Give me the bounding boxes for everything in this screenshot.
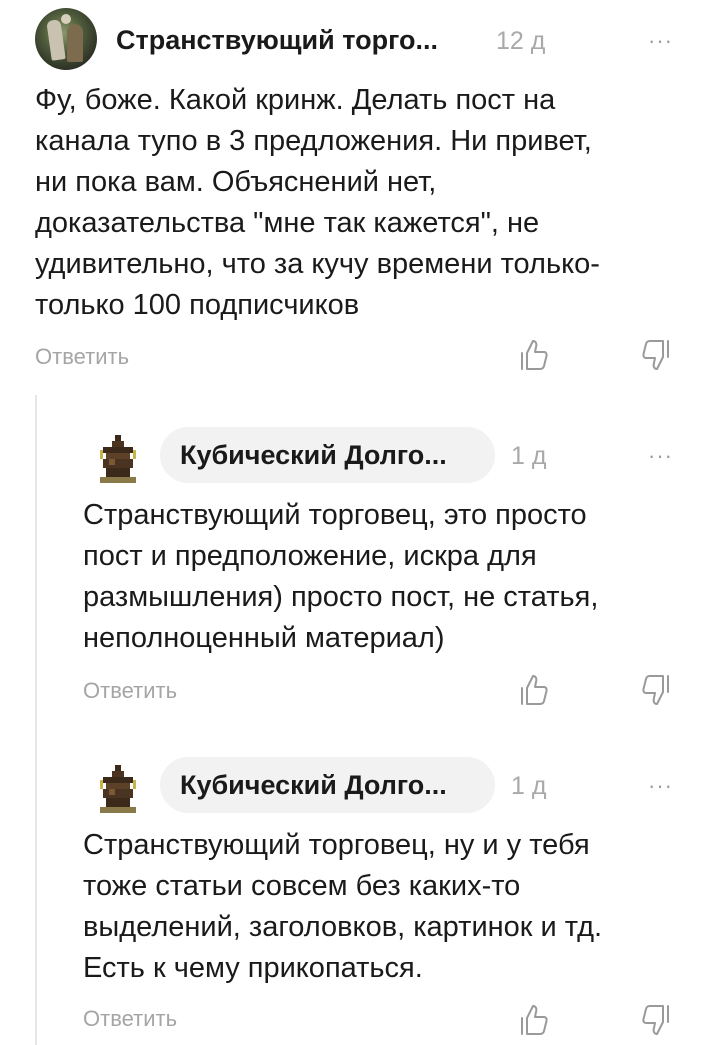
comment-line: неполноценный материал) [83, 622, 445, 654]
thumbs-down-icon[interactable] [640, 338, 672, 372]
comment-line: ни пока вам. Объяснений нет, [35, 166, 437, 198]
comment-line: Фу, боже. Какой кринж. Делать пост на [35, 84, 556, 116]
author-name[interactable]: Кубический Долго... [180, 770, 447, 801]
thread-line [35, 395, 37, 1045]
comment-time: 12 д [496, 27, 546, 55]
comment-line: Есть к чему прикопаться. [83, 952, 423, 984]
avatar[interactable] [100, 435, 136, 483]
comment-line: Странствующий торговец, это просто [83, 499, 587, 531]
thumbs-up-icon[interactable] [518, 338, 550, 372]
reply-button[interactable]: Ответить [35, 344, 129, 370]
avatar[interactable] [35, 8, 97, 70]
more-dots-icon[interactable]: ··· [648, 773, 673, 799]
comment-line: тоже статьи совсем без каких-то [83, 870, 521, 902]
comment-line: размышления) просто пост, не статья, [83, 581, 599, 613]
more-dots-icon[interactable]: ··· [648, 443, 673, 469]
comment-text: Странствующий торговец, ну и у тебя тоже… [83, 825, 602, 989]
comment-line: пост и предположение, искра для [83, 540, 537, 572]
thumbs-up-icon[interactable] [518, 1003, 550, 1037]
thumbs-down-icon[interactable] [640, 673, 672, 707]
thumbs-up-icon[interactable] [518, 673, 550, 707]
comment-line: доказательства "мне так кажется", не [35, 207, 540, 239]
comment-time: 1 д [511, 442, 547, 470]
comment-line: канала тупо в 3 предложения. Ни привет, [35, 125, 592, 157]
author-name[interactable]: Кубический Долго... [180, 440, 447, 471]
reply-button[interactable]: Ответить [83, 1006, 177, 1032]
author-name[interactable]: Странствующий торго... [116, 25, 438, 56]
reply-button[interactable]: Ответить [83, 678, 177, 704]
thumbs-down-icon[interactable] [640, 1003, 672, 1037]
avatar[interactable] [100, 765, 136, 813]
comment-time: 1 д [511, 772, 547, 800]
comment-line: удивительно, что за кучу времени только- [35, 248, 600, 280]
comment-text: Странствующий торговец, это просто пост … [83, 495, 598, 659]
comment-line: Странствующий торговец, ну и у тебя [83, 829, 590, 861]
comment-text: Фу, боже. Какой кринж. Делать пост на ка… [35, 80, 600, 326]
comment-line: выделений, заголовков, картинок и тд. [83, 911, 603, 943]
more-dots-icon[interactable]: ··· [648, 28, 673, 54]
comment-line: только 100 подписчиков [35, 289, 360, 321]
